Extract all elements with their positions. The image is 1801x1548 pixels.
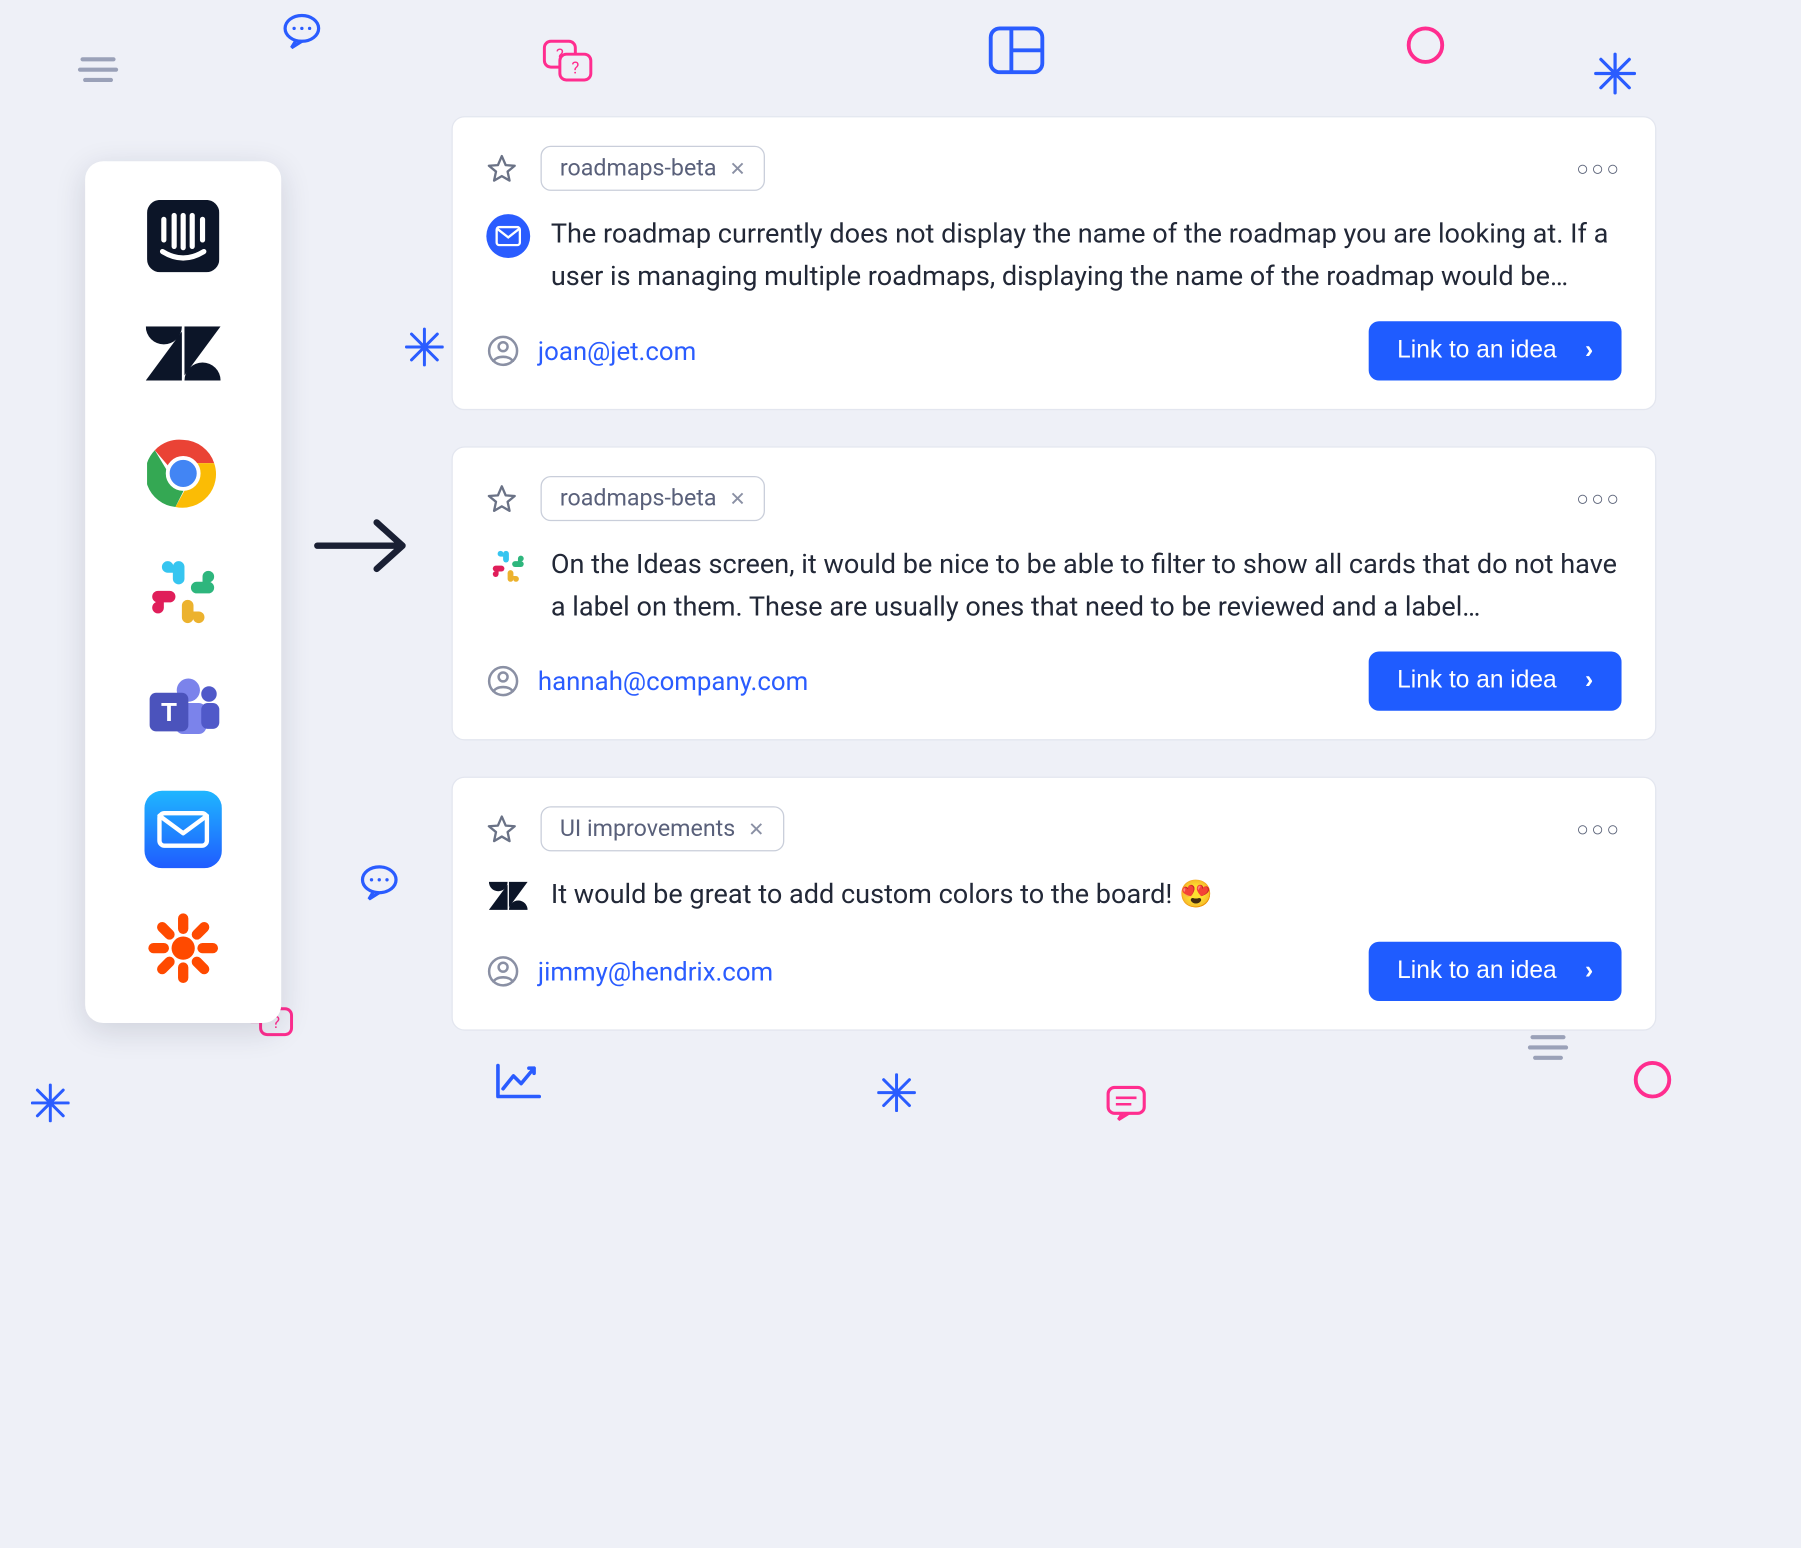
zendesk-icon [144, 316, 221, 393]
close-icon[interactable]: ✕ [729, 487, 745, 510]
more-menu[interactable]: ○○○ [1576, 816, 1621, 842]
tag-chip[interactable]: roadmaps-beta ✕ [541, 476, 765, 521]
more-menu[interactable]: ○○○ [1576, 155, 1621, 181]
svg-text:T: T [161, 699, 177, 727]
tag-chip[interactable]: UI improvements ✕ [541, 806, 784, 851]
tag-chip[interactable]: roadmaps-beta ✕ [541, 146, 765, 191]
feedback-card: roadmaps-beta ✕ ○○○ On the Ideas screen,… [452, 446, 1657, 740]
message-icon [1104, 1084, 1148, 1123]
feedback-text: The roadmap currently does not display t… [551, 214, 1622, 298]
lines-icon [77, 52, 123, 88]
integrations-panel: T [85, 161, 281, 1023]
tag-label: roadmaps-beta [560, 155, 717, 182]
person-icon [486, 334, 520, 368]
star-icon[interactable] [486, 814, 517, 845]
intercom-icon [144, 197, 221, 274]
slack-source-icon [486, 545, 530, 589]
tag-label: roadmaps-beta [560, 485, 717, 512]
mail-app-icon [144, 791, 221, 868]
link-idea-button[interactable]: Link to an idea › [1369, 321, 1622, 380]
trend-icon [490, 1058, 544, 1104]
lines-icon [1527, 1029, 1573, 1065]
chevron-right-icon: › [1585, 667, 1593, 695]
feedback-text: On the Ideas screen, it would be nice to… [551, 545, 1622, 629]
author-email[interactable]: joan@jet.com [538, 336, 696, 367]
chat-question-icon: ?? [542, 39, 594, 83]
arrow-right-icon [310, 510, 421, 582]
chevron-right-icon: › [1585, 337, 1593, 365]
tag-label: UI improvements [560, 816, 735, 843]
star-icon[interactable] [486, 483, 517, 514]
chat-icon [359, 864, 400, 900]
feedback-text: It would be great to add custom colors t… [551, 875, 1213, 917]
link-idea-button[interactable]: Link to an idea › [1369, 942, 1622, 1001]
person-icon [486, 665, 520, 699]
cards-list: roadmaps-beta ✕ ○○○ The roadmap currentl… [452, 116, 1657, 1031]
button-label: Link to an idea [1397, 667, 1556, 695]
feedback-card: roadmaps-beta ✕ ○○○ The roadmap currentl… [452, 116, 1657, 410]
close-icon[interactable]: ✕ [748, 817, 764, 840]
author-email[interactable]: jimmy@hendrix.com [538, 956, 773, 987]
zapier-icon [144, 909, 221, 986]
sparkle-icon [31, 1084, 70, 1123]
sparkle-icon [1593, 52, 1637, 96]
star-icon[interactable] [486, 153, 517, 184]
sparkle-icon [405, 328, 444, 367]
svg-text:?: ? [556, 46, 564, 66]
circle-icon [1404, 23, 1448, 67]
teams-icon: T [144, 672, 221, 749]
feedback-card: UI improvements ✕ ○○○ It would be great … [452, 777, 1657, 1031]
sparkle-icon [877, 1073, 916, 1112]
chevron-right-icon: › [1585, 957, 1593, 985]
slack-icon [144, 553, 221, 630]
button-label: Link to an idea [1397, 337, 1556, 365]
chrome-icon [144, 435, 221, 512]
svg-text:?: ? [571, 59, 579, 79]
button-label: Link to an idea [1397, 957, 1556, 985]
close-icon[interactable]: ✕ [729, 157, 745, 180]
chat-icon [281, 13, 322, 49]
more-menu[interactable]: ○○○ [1576, 486, 1621, 512]
link-idea-button[interactable]: Link to an idea › [1369, 652, 1622, 711]
author-email[interactable]: hannah@company.com [538, 666, 808, 697]
person-icon [486, 955, 520, 989]
layout-icon [986, 23, 1048, 77]
circle-icon [1631, 1058, 1675, 1102]
mail-source-icon [486, 214, 530, 258]
zendesk-source-icon [486, 875, 530, 919]
